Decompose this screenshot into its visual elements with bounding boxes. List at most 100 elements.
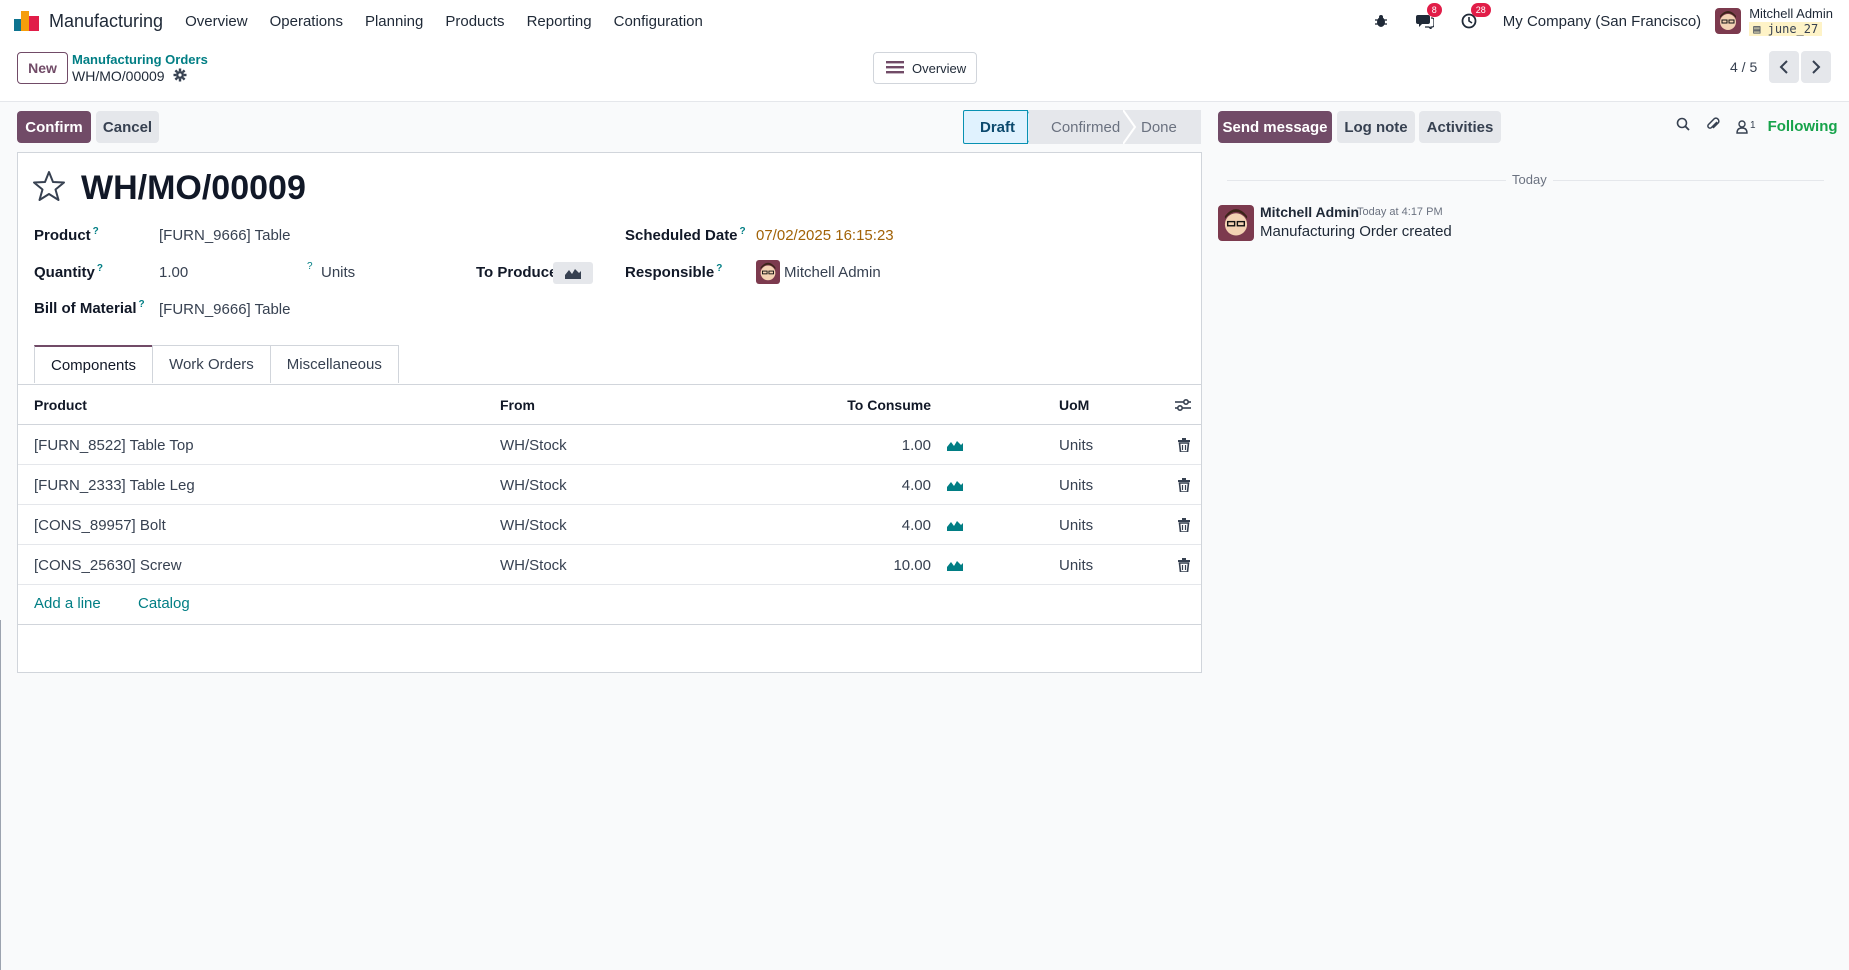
send-message-button[interactable]: Send message	[1218, 111, 1332, 143]
paperclip-icon[interactable]	[1706, 116, 1720, 137]
row-from[interactable]: WH/Stock	[500, 545, 567, 585]
stage-draft[interactable]: Draft	[963, 110, 1028, 144]
tab-components[interactable]: Components	[34, 345, 154, 383]
overview-button[interactable]: Overview	[873, 52, 977, 84]
bug-icon[interactable]	[1371, 11, 1391, 31]
forecast-chart-icon[interactable]	[947, 545, 963, 585]
column-product[interactable]: Product	[34, 385, 87, 425]
column-from[interactable]: From	[500, 385, 535, 425]
message-author[interactable]: Mitchell Admin	[1260, 204, 1359, 220]
pager-previous-button[interactable]	[1769, 51, 1799, 83]
bom-label: Bill of Material?	[34, 299, 145, 317]
column-uom[interactable]: UoM	[1059, 385, 1089, 425]
messages-badge: 8	[1426, 3, 1442, 17]
forecast-chart-icon[interactable]	[947, 465, 963, 505]
quantity-uom-field[interactable]: Units	[321, 264, 355, 281]
trash-icon[interactable]	[1178, 465, 1190, 505]
row-product[interactable]: [FURN_2333] Table Leg	[34, 465, 195, 505]
clock-icon[interactable]: 28	[1459, 3, 1491, 31]
quantity-field[interactable]: 1.00	[159, 264, 188, 281]
column-to-consume[interactable]: To Consume	[718, 385, 931, 425]
row-uom[interactable]: Units	[1059, 465, 1093, 505]
message-author-avatar[interactable]	[1218, 205, 1254, 241]
new-button[interactable]: New	[17, 52, 68, 84]
chat-icon[interactable]: 8	[1415, 3, 1442, 31]
forecast-chart-icon[interactable]	[947, 425, 963, 465]
pager-next-button[interactable]	[1801, 51, 1831, 83]
star-icon[interactable]	[32, 170, 66, 207]
row-from[interactable]: WH/Stock	[500, 465, 567, 505]
responsible-label: Responsible?	[625, 263, 723, 281]
trash-icon[interactable]	[1178, 545, 1190, 585]
trash-icon[interactable]	[1178, 505, 1190, 545]
record-title[interactable]: WH/MO/00009	[81, 169, 306, 208]
tab-miscellaneous[interactable]: Miscellaneous	[269, 345, 399, 383]
to-produce-label: To Produce	[476, 264, 558, 281]
table-row[interactable]: [FURN_2333] Table Leg WH/Stock 4.00 Unit…	[18, 465, 1201, 505]
row-to-consume[interactable]: 4.00	[718, 465, 931, 505]
top-navbar: Manufacturing Overview Operations Planni…	[0, 0, 1849, 42]
chatter-topbar: 1 Following	[1676, 116, 1838, 137]
stage-arrow	[1123, 110, 1137, 144]
app-name[interactable]: Manufacturing	[49, 11, 163, 32]
row-from[interactable]: WH/Stock	[500, 425, 567, 465]
breadcrumb-parent[interactable]: Manufacturing Orders	[72, 52, 208, 67]
message-time: Today at 4:17 PM	[1357, 206, 1443, 218]
message-body: Manufacturing Order created	[1260, 223, 1452, 240]
pager-value[interactable]: 4 / 5	[1730, 59, 1757, 75]
row-to-consume[interactable]: 4.00	[718, 505, 931, 545]
followers-icon[interactable]: 1	[1736, 120, 1756, 134]
manufacturing-app-icon[interactable]	[14, 11, 41, 31]
menu-icon	[886, 60, 904, 77]
overview-label: Overview	[912, 60, 967, 76]
user-avatar[interactable]	[1715, 8, 1742, 34]
forecast-report-button[interactable]	[553, 262, 593, 284]
row-uom[interactable]: Units	[1059, 505, 1093, 545]
log-note-button[interactable]: Log note	[1337, 111, 1415, 143]
row-uom[interactable]: Units	[1059, 425, 1093, 465]
menu-configuration[interactable]: Configuration	[614, 13, 703, 30]
add-line-row: Add a line Catalog	[18, 585, 1201, 625]
table-row[interactable]: [CONS_89957] Bolt WH/Stock 4.00 Units	[18, 505, 1201, 545]
scheduled-date-field[interactable]: 07/02/2025 16:15:23	[756, 227, 894, 244]
form-sheet: WH/MO/00009 Product? [FURN_9666] Table Q…	[17, 152, 1202, 673]
forecast-chart-icon[interactable]	[947, 505, 963, 545]
stage-done[interactable]: Done	[1137, 110, 1201, 144]
trash-icon[interactable]	[1178, 425, 1190, 465]
quantity-label: Quantity?	[34, 263, 103, 281]
row-from[interactable]: WH/Stock	[500, 505, 567, 545]
menu-planning[interactable]: Planning	[365, 13, 423, 30]
catalog-link[interactable]: Catalog	[138, 595, 190, 612]
menu-products[interactable]: Products	[445, 13, 504, 30]
gear-icon[interactable]	[173, 68, 187, 82]
row-product[interactable]: [CONS_89957] Bolt	[34, 505, 166, 545]
menu-reporting[interactable]: Reporting	[527, 13, 592, 30]
bom-field[interactable]: [FURN_9666] Table	[159, 301, 290, 318]
row-product[interactable]: [FURN_8522] Table Top	[34, 425, 194, 465]
search-icon[interactable]	[1676, 117, 1690, 136]
stage-confirmed[interactable]: Confirmed	[1029, 110, 1123, 144]
company-switcher[interactable]: My Company (San Francisco)	[1503, 13, 1701, 30]
row-uom[interactable]: Units	[1059, 545, 1093, 585]
user-name[interactable]: Mitchell Admin	[1749, 6, 1833, 21]
table-row[interactable]: [FURN_8522] Table Top WH/Stock 1.00 Unit…	[18, 425, 1201, 465]
optional-columns-icon[interactable]	[1175, 385, 1191, 425]
add-line-link[interactable]: Add a line	[34, 595, 101, 612]
responsible-field[interactable]: Mitchell Admin	[784, 264, 881, 281]
row-product[interactable]: [CONS_25630] Screw	[34, 545, 182, 585]
menu-operations[interactable]: Operations	[270, 13, 343, 30]
row-to-consume[interactable]: 1.00	[718, 425, 931, 465]
tab-work-orders[interactable]: Work Orders	[152, 345, 271, 383]
following-button[interactable]: Following	[1768, 118, 1838, 135]
row-to-consume[interactable]: 10.00	[718, 545, 931, 585]
menu-overview[interactable]: Overview	[185, 13, 248, 30]
followers-count: 1	[1750, 119, 1756, 131]
activities-button[interactable]: Activities	[1419, 111, 1501, 143]
area-chart-icon	[565, 269, 581, 279]
table-row[interactable]: [CONS_25630] Screw WH/Stock 10.00 Units	[18, 545, 1201, 585]
confirm-button[interactable]: Confirm	[17, 111, 91, 143]
control-panel: New Manufacturing Orders WH/MO/00009 Ove…	[0, 42, 1849, 102]
scheduled-date-label: Scheduled Date?	[625, 226, 746, 244]
product-field[interactable]: [FURN_9666] Table	[159, 227, 290, 244]
cancel-button[interactable]: Cancel	[96, 111, 159, 143]
